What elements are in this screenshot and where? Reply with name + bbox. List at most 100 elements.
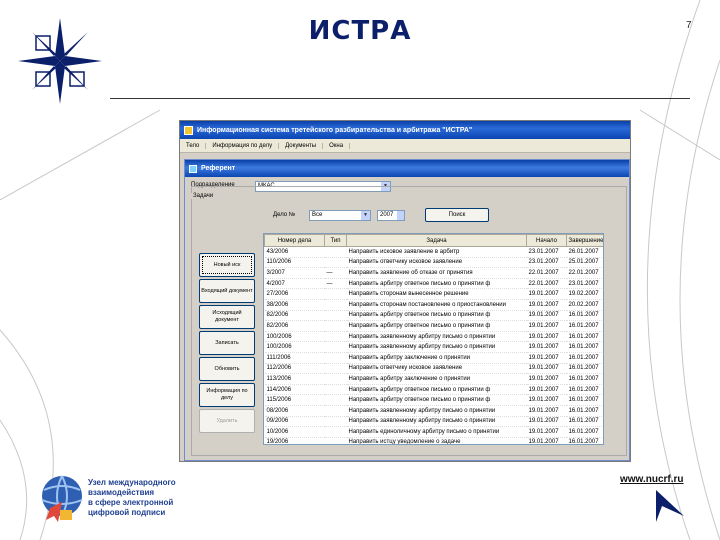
table-row[interactable]: 82/2006 Направить арбитру ответное письмо… [264, 310, 603, 322]
table-cell: Направить арбитру ответное письмо о прин… [346, 320, 527, 332]
table-header-row: Номер дела Тип Задача Начало Завершение [264, 234, 603, 247]
table-cell: 100/2006 [264, 331, 325, 343]
table-cell: Направить арбитру ответное письмо о прин… [346, 278, 527, 290]
table-cell: 19.01.2007 [526, 341, 567, 353]
menu-item-file[interactable]: Тело [180, 142, 207, 149]
refresh-button[interactable]: Обновить [199, 357, 255, 381]
incoming-document-button[interactable]: Входящий документ [199, 279, 255, 303]
table-cell [324, 437, 347, 444]
table-cell [324, 246, 347, 258]
table-cell [324, 394, 347, 406]
menu-item-documents[interactable]: Документы [279, 142, 324, 149]
referent-title: Референт [201, 165, 236, 172]
table-cell: 16.01.2007 [566, 373, 603, 385]
organization-name: Узел международного взаимодействия в сфе… [88, 478, 208, 518]
outgoing-document-button[interactable]: Исходящий документ [199, 305, 255, 329]
compass-arrow-icon [656, 490, 684, 522]
table-cell: 82/2006 [264, 320, 325, 332]
table-cell: — [324, 278, 347, 290]
table-cell: Направить ответчику исковое заявление [346, 257, 527, 269]
column-header-task[interactable]: Задача [346, 234, 527, 247]
case-select[interactable]: Все ▼ [309, 210, 371, 221]
slide-page-number: 7 [686, 20, 692, 31]
case-info-button[interactable]: Информация по делу [199, 383, 255, 407]
table-row[interactable]: 38/2006 Направить сторонам постановление … [264, 299, 603, 311]
table-cell [324, 320, 347, 332]
table-cell: 16.01.2007 [566, 405, 603, 417]
table-cell: 23.01.2007 [566, 278, 603, 290]
table-cell: Направить заявление об отказе от приняти… [346, 267, 527, 279]
table-cell: 19.01.2007 [526, 320, 567, 332]
table-cell: 3/2007 [264, 267, 325, 279]
column-header-start[interactable]: Начало [526, 234, 567, 247]
window-icon [189, 164, 197, 173]
table-cell: 19.01.2007 [526, 384, 567, 396]
table-cell: 26.01.2007 [566, 246, 603, 258]
org-line-4: цифровой подписи [88, 508, 166, 517]
app-titlebar[interactable]: Информационная система третейского разби… [180, 121, 630, 139]
table-cell: 19.01.2007 [526, 310, 567, 322]
table-body: 43/2006 Направить исковое заявление в арб… [264, 246, 603, 444]
column-header-end[interactable]: Завершение [566, 234, 603, 247]
table-row[interactable]: 115/2006 Направить арбитру ответное письм… [264, 394, 603, 406]
column-header-type[interactable]: Тип [324, 234, 347, 247]
table-row[interactable]: 100/2006 Направить заявленному арбитру пи… [264, 331, 603, 343]
chevron-down-icon[interactable]: ▼ [361, 211, 370, 220]
table-cell: Направить арбитру ответное письмо о прин… [346, 394, 527, 406]
table-cell: 114/2006 [264, 384, 325, 396]
table-cell: 22.01.2007 [526, 278, 567, 290]
table-cell: 20.02.2007 [566, 299, 603, 311]
table-row[interactable]: 27/2006 Направить сторонам вынесенное реш… [264, 288, 603, 300]
table-row[interactable]: 113/2006 Направить арбитру заключение о п… [264, 373, 603, 385]
table-row[interactable]: 112/2006 Направить ответчику исковое заяв… [264, 363, 603, 375]
table-cell: 19.01.2007 [526, 288, 567, 300]
table-cell: Направить истцу уведомление о задаче [346, 437, 527, 444]
table-cell [324, 373, 347, 385]
search-button[interactable]: Поиск [425, 208, 489, 222]
table-row[interactable]: 111/2006 Направить арбитру заключение о п… [264, 352, 603, 364]
table-cell: 19.01.2007 [526, 331, 567, 343]
save-button[interactable]: Записать [199, 331, 255, 355]
table-cell: 27/2006 [264, 288, 325, 300]
table-cell: 16.01.2007 [566, 331, 603, 343]
table-row[interactable]: 110/2006 Направить ответчику исковое заяв… [264, 257, 603, 269]
table-row[interactable]: 100/2006 Направить заявленному арбитру пи… [264, 341, 603, 353]
table-row[interactable]: 43/2006 Направить исковое заявление в арб… [264, 246, 603, 258]
table-cell: Направить заявленному арбитру письмо о п… [346, 341, 527, 353]
year-spinner[interactable]: 2007 [377, 210, 405, 221]
case-select-value: Все [312, 212, 323, 218]
table-row[interactable]: 19/2006 Направить истцу уведомление о зад… [264, 437, 603, 444]
menu-item-case-info[interactable]: Информация по делу [206, 142, 280, 149]
table-cell: 4/2007 [264, 278, 325, 290]
table-cell: 25.01.2007 [566, 257, 603, 269]
table-cell: 19.01.2007 [526, 416, 567, 428]
table-cell: Направить сторонам вынесенное решение [346, 288, 527, 300]
table-cell: 38/2006 [264, 299, 325, 311]
table-cell: 23.01.2007 [526, 246, 567, 258]
new-claim-button[interactable]: Новый иск [199, 253, 255, 277]
table-cell: 43/2006 [264, 246, 325, 258]
app-title: Информационная система третейского разби… [197, 126, 473, 134]
table-cell: 16.01.2007 [566, 437, 603, 444]
table-cell: 115/2006 [264, 394, 325, 406]
table-cell: Направить сторонам постановление о приос… [346, 299, 527, 311]
table-row[interactable]: 08/2006 Направить заявленному арбитру пис… [264, 405, 603, 417]
table-row[interactable]: 09/2006 Направить заявленному арбитру пис… [264, 416, 603, 428]
table-cell: 22.01.2007 [566, 267, 603, 279]
column-header-case-number[interactable]: Номер дела [264, 234, 325, 247]
table-row[interactable]: 3/2007— Направить заявление об отказе от … [264, 267, 603, 279]
table-cell: 16.01.2007 [566, 352, 603, 364]
table-row[interactable]: 82/2006 Направить арбитру ответное письмо… [264, 320, 603, 332]
table-row[interactable]: 114/2006 Направить арбитру ответное письм… [264, 384, 603, 396]
website-link[interactable]: www.nucrf.ru [620, 474, 684, 485]
spinner-arrows-icon[interactable] [397, 211, 404, 220]
table-cell: Направить арбитру заключение о принятии [346, 373, 527, 385]
table-row[interactable]: 4/2007— Направить арбитру ответное письмо… [264, 278, 603, 290]
delete-button[interactable]: Удалить [199, 409, 255, 433]
referent-titlebar[interactable]: Референт [185, 160, 629, 177]
tasks-table: Номер дела Тип Задача Начало Завершение … [263, 233, 604, 445]
table-cell: 82/2006 [264, 310, 325, 322]
slide-title: ИСТРА [308, 16, 412, 46]
table-row[interactable]: 10/2006 Направить единоличному арбитру пи… [264, 426, 603, 438]
menu-item-windows[interactable]: Окна [323, 142, 351, 149]
